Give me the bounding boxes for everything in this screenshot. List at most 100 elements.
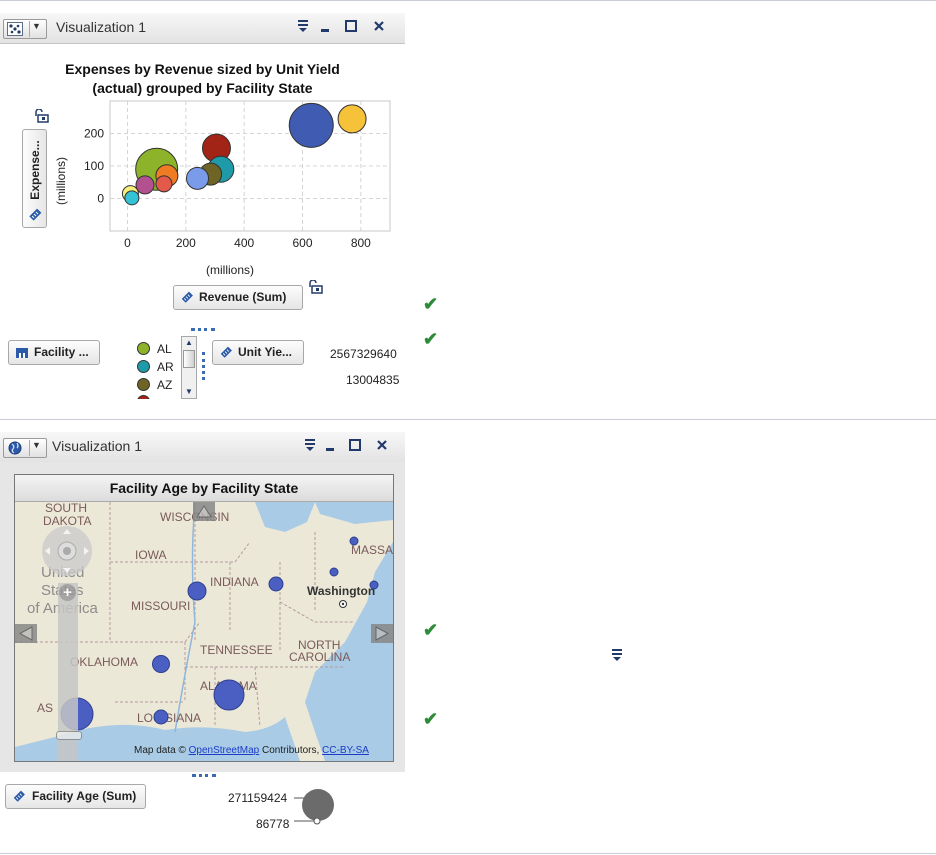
map-bubble[interactable]: [153, 709, 169, 725]
scroll-thumb[interactable]: [183, 350, 195, 368]
size-legend-min: 86778: [256, 817, 290, 831]
map-bubble[interactable]: [369, 580, 379, 590]
y-axis-unit: (millions): [54, 157, 68, 205]
legend-swatch: [137, 378, 150, 391]
check-icon: ✔: [423, 294, 439, 314]
maximize-icon[interactable]: [347, 437, 363, 457]
legend-swatch: [137, 342, 150, 355]
map-attribution: Map data © OpenStreetMap Contributors, C…: [134, 745, 369, 756]
x-axis-role-label: Revenue (Sum): [199, 290, 287, 304]
group-role-button[interactable]: Facility ...: [8, 340, 100, 365]
legend-label: AL: [157, 342, 172, 356]
chevron-down-icon[interactable]: ▼: [32, 440, 41, 450]
pan-control[interactable]: [41, 525, 93, 577]
legend-label: AZ: [157, 378, 173, 392]
data-point[interactable]: [186, 166, 209, 190]
x-tick-label: 600: [292, 236, 312, 250]
zoom-in-icon[interactable]: +: [59, 584, 76, 601]
capital-marker-dot: [341, 602, 345, 606]
y-axis-role-label: Expense...: [28, 140, 42, 200]
data-point[interactable]: [124, 190, 140, 206]
size-role-label: Unit Yie...: [238, 345, 293, 359]
chart-title-line1: Expenses by Revenue sized by Unit Yield: [65, 61, 340, 77]
size-role-button[interactable]: Unit Yie...: [212, 340, 304, 365]
map-title-bar: Facility Age by Facility State: [15, 475, 393, 502]
data-point[interactable]: [135, 175, 155, 195]
map-label-iowa: IOWA: [135, 548, 167, 562]
data-point[interactable]: [337, 104, 367, 134]
minimize-icon[interactable]: [317, 18, 333, 38]
map-bubble[interactable]: [187, 581, 207, 601]
category-icon: [16, 348, 28, 358]
close-icon[interactable]: [374, 437, 390, 457]
map-bubble[interactable]: [152, 655, 170, 673]
data-point[interactable]: [288, 102, 334, 148]
divider-bottom: [0, 853, 936, 854]
globe-icon: [8, 441, 22, 455]
visualization-panel-scatter: ▼ Visualization 1 Expenses by Revenue si…: [0, 13, 405, 399]
scroll-up-arrow-icon[interactable]: [193, 502, 215, 521]
minimize-icon[interactable]: [322, 437, 338, 457]
resize-handle-vertical[interactable]: [202, 352, 208, 380]
panel-menu-icon[interactable]: [302, 437, 318, 457]
map-label-oklahoma: OKLAHOMA: [70, 655, 138, 669]
scroll-down-icon[interactable]: ▼: [182, 386, 196, 398]
pan-left-arrow-icon[interactable]: [15, 624, 37, 643]
map-bubble[interactable]: [329, 567, 339, 577]
visualization-title: Visualization 1: [52, 438, 143, 454]
attribution-mid: Contributors,: [262, 745, 320, 756]
x-axis-role-button[interactable]: Revenue (Sum): [173, 285, 303, 310]
y-tick-label: 200: [84, 127, 104, 141]
button-separator: [29, 21, 30, 37]
map-title: Facility Age by Facility State: [109, 480, 299, 496]
x-tick-label: 0: [124, 236, 131, 250]
y-axis-role-button[interactable]: Expense...: [22, 129, 47, 228]
group-role-label: Facility ...: [34, 345, 89, 359]
visualization-panel-map: ▼ Visualization 1 Facility Age by Facili…: [0, 432, 405, 843]
resize-handle-horizontal[interactable]: [192, 774, 216, 780]
zoom-slider[interactable]: +: [56, 583, 82, 761]
scroll-up-icon[interactable]: ▲: [182, 337, 196, 349]
x-tick-label: 800: [351, 236, 371, 250]
measure-icon: [220, 346, 232, 358]
map-bubble[interactable]: [213, 679, 245, 711]
map-bubble[interactable]: [349, 536, 359, 546]
panel-menu-icon[interactable]: [295, 18, 311, 38]
panel-titlebar: ▼ Visualization 1: [0, 13, 405, 44]
visualization-type-button[interactable]: ▼: [3, 438, 47, 458]
divider-middle: [0, 419, 936, 420]
size-legend-max: 271159424: [228, 791, 288, 805]
visualization-type-button[interactable]: ▼: [3, 19, 47, 39]
openstreetmap-link[interactable]: OpenStreetMap: [189, 745, 260, 756]
size-legend-min: 13004835: [346, 373, 400, 387]
maximize-icon[interactable]: [343, 18, 359, 38]
button-separator: [29, 440, 30, 456]
legend-scrollbar[interactable]: ▲ ▼: [181, 336, 197, 399]
size-legend-max: 2567329640: [330, 347, 397, 361]
legend-item: AR: [137, 359, 174, 375]
cc-by-sa-link[interactable]: CC-BY-SA: [322, 745, 369, 756]
divider-top: [0, 0, 936, 1]
chevron-down-icon[interactable]: ▼: [32, 21, 41, 31]
y-tick-label: 100: [84, 159, 104, 173]
lock-icon[interactable]: [34, 109, 50, 123]
legend-swatch: [137, 360, 150, 373]
close-icon[interactable]: [371, 18, 387, 38]
zoom-slider-thumb[interactable]: [56, 731, 82, 740]
map-label-missouri: MISSOURI: [131, 599, 190, 613]
size-role-button[interactable]: Facility Age (Sum): [5, 784, 146, 809]
y-tick-label: 0: [97, 192, 104, 206]
map-label-tennessee: TENNESSEE: [200, 643, 273, 657]
map-label-texas: AS: [37, 701, 53, 715]
map-label-louisiana: LOUISIANA: [137, 711, 201, 725]
data-point[interactable]: [155, 175, 173, 193]
measure-icon: [181, 291, 193, 303]
panel-titlebar: ▼ Visualization 1: [0, 432, 405, 463]
check-icon: ✔: [423, 709, 439, 729]
x-axis-unit: (millions): [206, 263, 254, 277]
map-bubble[interactable]: [268, 576, 284, 592]
pan-right-arrow-icon[interactable]: [371, 624, 393, 643]
resize-handle-horizontal[interactable]: [191, 328, 215, 334]
legend-label: AR: [157, 360, 174, 374]
lock-icon[interactable]: [308, 280, 324, 294]
